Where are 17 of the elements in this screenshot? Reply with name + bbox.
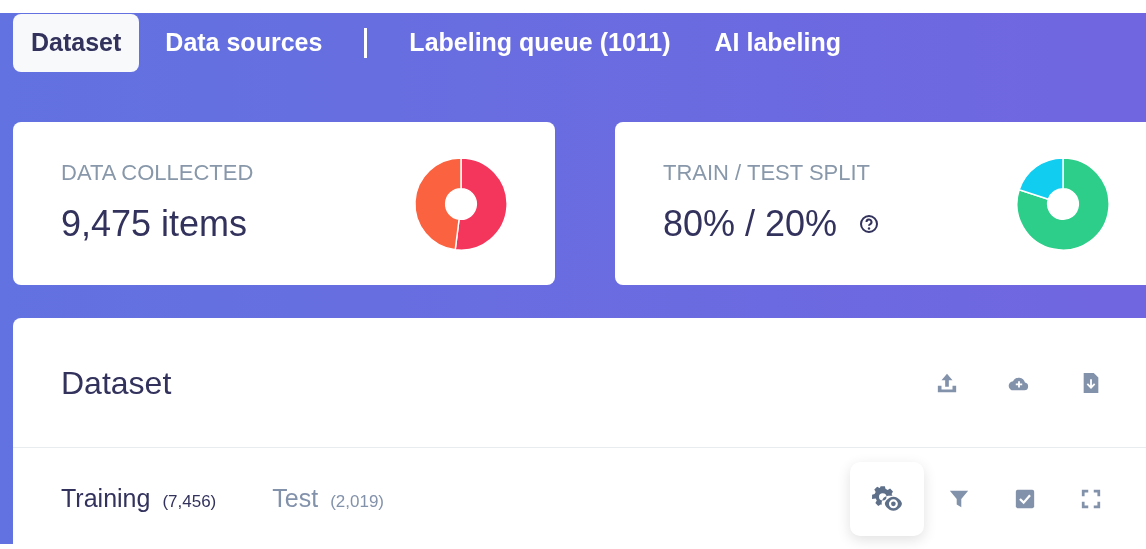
stat-label: TRAIN / TEST SPLIT <box>663 159 871 187</box>
stat-value: 9,475 items <box>61 202 248 246</box>
tab[interactable]: Data sources <box>147 14 341 72</box>
tab[interactable]: Dataset <box>13 14 140 72</box>
tab[interactable]: AI labeling <box>696 14 859 72</box>
view-settings-button[interactable] <box>850 462 924 536</box>
subtab[interactable]: Test (2,019) <box>272 480 384 518</box>
filter-icon[interactable] <box>948 488 970 510</box>
checkbox-icon[interactable] <box>1014 488 1036 510</box>
upload-icon[interactable] <box>936 371 958 394</box>
tab[interactable]: Labeling queue (1011) <box>391 14 689 72</box>
subtab[interactable]: Training (7,456) <box>61 480 217 518</box>
gear-eye-icon <box>871 485 903 513</box>
panel-title: Dataset <box>61 363 172 403</box>
fullscreen-icon[interactable] <box>1080 488 1102 510</box>
stat-value: 80% / 20% <box>663 202 838 246</box>
stat-label: DATA COLLECTED <box>61 159 254 187</box>
